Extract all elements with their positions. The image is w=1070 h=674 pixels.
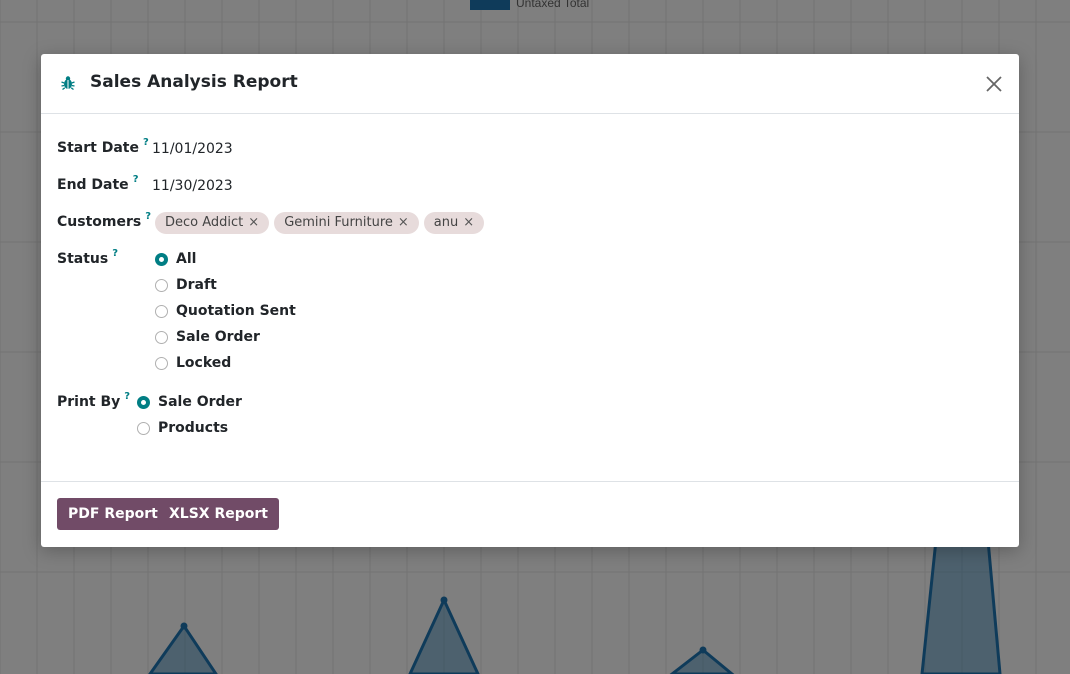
start-date-label: Start Date? [57, 137, 149, 156]
print-by-option-sale-order[interactable]: Sale Order [137, 394, 242, 410]
help-tooltip-icon[interactable]: ? [133, 174, 139, 185]
radio-unchecked-icon[interactable] [155, 304, 168, 318]
remove-tag-icon[interactable]: × [398, 212, 409, 234]
customer-tag-label: anu [433, 215, 459, 230]
customer-tag-label: Deco Addict [165, 215, 244, 230]
start-date-label-text: Start Date [57, 140, 139, 156]
dialog-body: Start Date? 11/01/2023 End Date? 11/30/2… [41, 114, 1019, 482]
dialog-header: Sales Analysis Report [41, 54, 1019, 114]
status-option-label: Draft [176, 277, 217, 293]
status-option-all[interactable]: All [155, 251, 196, 267]
print-by-option-products[interactable]: Products [137, 420, 228, 436]
radio-checked-icon[interactable] [155, 252, 168, 266]
remove-tag-icon[interactable]: × [248, 212, 259, 234]
radio-unchecked-icon[interactable] [155, 356, 168, 370]
end-date-input[interactable]: 11/30/2023 [152, 178, 233, 194]
bug-icon [61, 76, 75, 91]
customer-tag: anu × [423, 212, 485, 234]
status-option-label: Quotation Sent [176, 303, 296, 319]
customers-label-text: Customers [57, 214, 142, 230]
remove-tag-icon[interactable]: × [463, 212, 474, 234]
customer-tag-label: Gemini Furniture [284, 215, 393, 230]
status-option-label: All [176, 251, 197, 267]
customer-tag: Gemini Furniture × [274, 212, 419, 234]
status-option-quotation-sent[interactable]: Quotation Sent [155, 303, 296, 319]
dialog-title: Sales Analysis Report [90, 72, 298, 92]
help-tooltip-icon[interactable]: ? [143, 137, 149, 148]
print-by-label: Print By? [57, 391, 130, 410]
print-by-option-label: Products [158, 420, 229, 436]
print-by-option-label: Sale Order [158, 394, 242, 410]
xlsx-report-button[interactable]: XLSX Report [158, 498, 279, 530]
sales-analysis-dialog: Sales Analysis Report Start Date? 11/01/… [41, 54, 1019, 547]
start-date-input[interactable]: 11/01/2023 [152, 141, 233, 157]
status-label-text: Status [57, 251, 109, 267]
end-date-label-text: End Date [57, 177, 129, 193]
print-by-label-text: Print By [57, 394, 121, 410]
status-option-draft[interactable]: Draft [155, 277, 217, 293]
customers-label: Customers? [57, 211, 151, 230]
radio-unchecked-icon[interactable] [155, 330, 168, 344]
radio-unchecked-icon[interactable] [137, 421, 150, 435]
radio-checked-icon[interactable] [137, 395, 150, 409]
help-tooltip-icon[interactable]: ? [124, 391, 130, 402]
dialog-footer: PDF Report XLSX Report [41, 482, 1019, 548]
status-option-sale-order[interactable]: Sale Order [155, 329, 260, 345]
help-tooltip-icon[interactable]: ? [145, 211, 151, 222]
status-option-locked[interactable]: Locked [155, 355, 231, 371]
customers-tag-input[interactable]: Deco Addict × Gemini Furniture × anu × [155, 212, 485, 234]
end-date-label: End Date? [57, 174, 139, 193]
radio-unchecked-icon[interactable] [155, 278, 168, 292]
customer-tag: Deco Addict × [155, 212, 270, 234]
status-option-label: Locked [176, 355, 232, 371]
help-tooltip-icon[interactable]: ? [112, 248, 118, 259]
pdf-report-button[interactable]: PDF Report [57, 498, 169, 530]
status-option-label: Sale Order [176, 329, 260, 345]
close-icon[interactable] [983, 73, 1005, 95]
status-label: Status? [57, 248, 118, 267]
